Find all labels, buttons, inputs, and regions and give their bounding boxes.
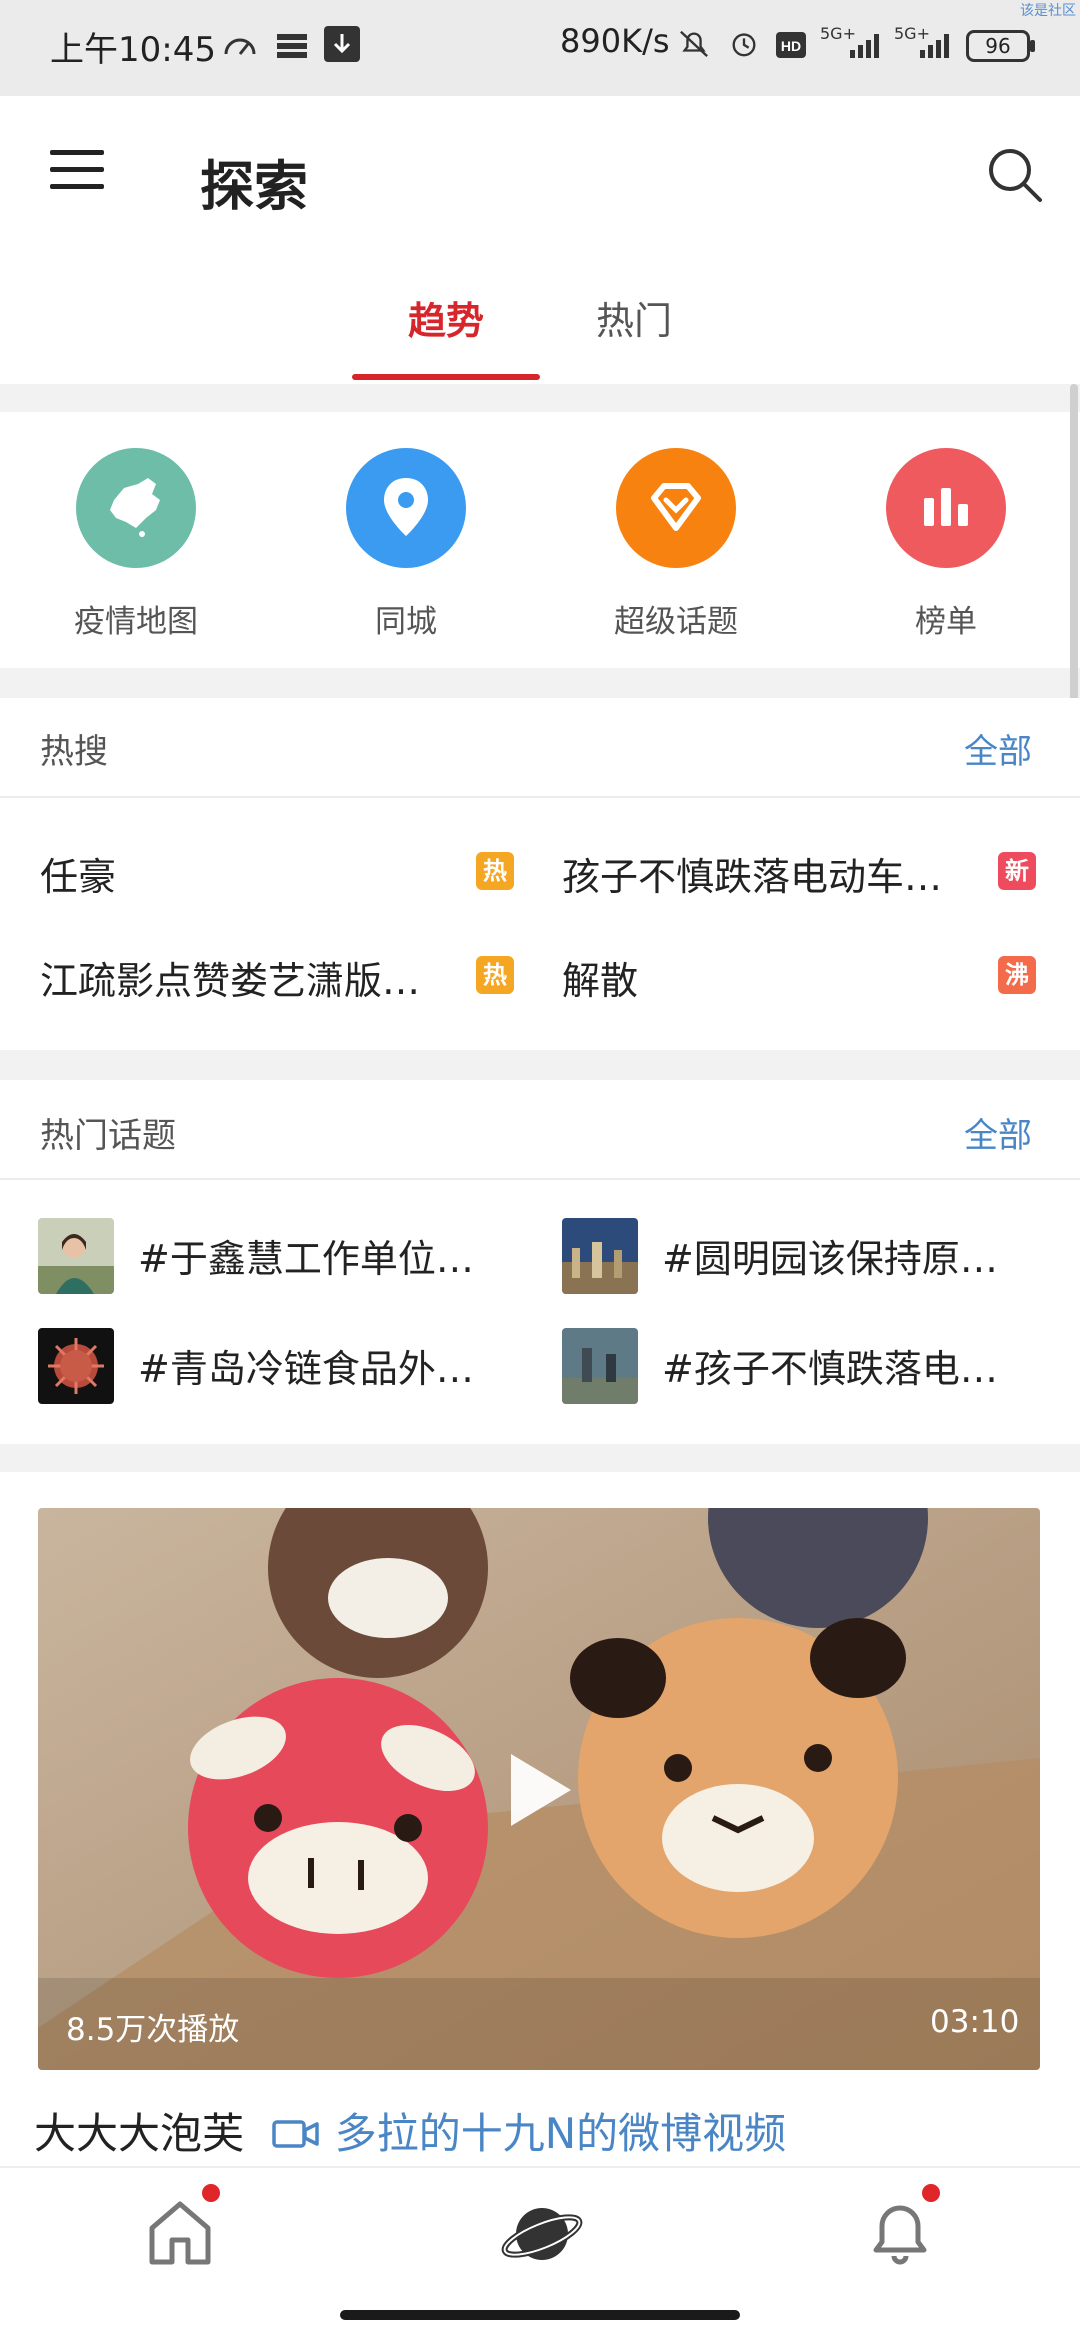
bar-chart-icon [886, 448, 1006, 568]
hot-search-item[interactable]: 孩子不慎跌落电动车… [562, 846, 1002, 896]
watermark: 该是社区 [1020, 3, 1076, 19]
mute-bell-icon [680, 30, 708, 57]
home-indicator[interactable] [340, 2310, 740, 2320]
quick-link-label: 榜单 [915, 604, 977, 640]
tab-hot[interactable]: 热门 [596, 290, 672, 345]
app-bar [0, 96, 1080, 384]
status-time: 上午10:45 [50, 30, 216, 70]
video-title: 大大大泡芙 [34, 2109, 245, 2158]
tab-trend[interactable]: 趋势 [408, 290, 484, 345]
discover-planet-icon[interactable] [500, 2192, 584, 2276]
network-speed: 890K/s [560, 22, 670, 60]
new-badge: 新 [998, 852, 1036, 890]
tab-active-indicator [352, 374, 540, 380]
signal-icon [850, 34, 879, 58]
video-duration: 03:10 [930, 2004, 1020, 2040]
quick-link-epidemic-map[interactable]: 疫情地图 [46, 448, 226, 648]
topic-thumbnail [38, 1328, 114, 1404]
topic-text: #于鑫慧工作单位… [138, 1237, 474, 1281]
notification-dot [922, 2184, 940, 2202]
hot-search-item[interactable]: 解散 [562, 950, 982, 1003]
video-source-link[interactable]: 多拉的十九N的微博视频 [335, 2109, 786, 2158]
topic-item[interactable]: #圆明园该保持原… [662, 1228, 1042, 1284]
diamond-icon [616, 448, 736, 568]
topic-item[interactable]: #孩子不慎跌落电… [662, 1338, 1042, 1394]
topic-text: #青岛冷链食品外… [138, 1347, 474, 1391]
hot-search-item[interactable]: 任豪 [40, 846, 520, 899]
topic-text: #孩子不慎跌落电… [662, 1347, 998, 1391]
search-icon[interactable] [986, 146, 1044, 204]
hot-search-text: 江疏影点赞娄艺潇版… [40, 959, 421, 1000]
signal-icon-2 [920, 34, 949, 58]
quick-link-super-topic[interactable]: 超级话题 [586, 448, 766, 648]
divider [0, 796, 1080, 798]
status-bar: 上午10:45 890K/s HD 5G+ 5G+ 96 该是社区 [0, 0, 1080, 96]
download-icon [324, 26, 360, 62]
topic-thumbnail [38, 1218, 114, 1294]
home-icon[interactable] [144, 2196, 216, 2268]
video-caption-row[interactable]: 大大大泡芙 多拉的十九N的微博视频 [34, 2100, 786, 2161]
alarm-icon [732, 33, 756, 57]
battery-icon: 96 [966, 30, 1030, 62]
topic-item[interactable]: #于鑫慧工作单位… [138, 1228, 518, 1284]
video-play-count: 8.5万次播放 [66, 2012, 240, 2048]
divider [0, 1178, 1080, 1180]
hot-search-text: 孩子不慎跌落电动车… [562, 855, 943, 896]
svg-text:HD: HD [781, 38, 801, 54]
hot-topics-more-link[interactable]: 全部 [964, 1108, 1032, 1157]
notification-bell-icon[interactable] [864, 2196, 936, 2268]
storage-icon [277, 34, 307, 58]
page-title: 探索 [200, 155, 308, 218]
location-pin-icon [346, 448, 466, 568]
quick-link-label: 同城 [375, 604, 437, 640]
battery-tip [1030, 40, 1035, 52]
quick-link-label: 疫情地图 [74, 604, 198, 640]
play-icon[interactable] [505, 1750, 575, 1830]
battery-level: 96 [985, 34, 1011, 58]
hot-search-text: 任豪 [40, 855, 117, 899]
scrollbar[interactable] [1070, 384, 1078, 714]
hd-icon: HD [776, 32, 806, 58]
topic-item[interactable]: #青岛冷链食品外… [138, 1338, 518, 1394]
hot-topics-title: 热门话题 [40, 1116, 176, 1156]
hot-badge: 热 [476, 956, 514, 994]
topic-thumbnail [562, 1328, 638, 1404]
quick-link-label: 超级话题 [614, 604, 738, 640]
speedometer-icon [224, 38, 256, 55]
home-notification-dot [202, 2184, 220, 2202]
quick-link-same-city[interactable]: 同城 [316, 448, 496, 648]
topic-text: #圆明园该保持原… [662, 1237, 998, 1281]
menu-icon[interactable] [50, 150, 104, 192]
quick-link-rankings[interactable]: 榜单 [856, 448, 1036, 648]
boiling-badge: 沸 [998, 956, 1036, 994]
china-map-icon [76, 448, 196, 568]
topic-thumbnail [562, 1218, 638, 1294]
hot-search-title: 热搜 [40, 732, 108, 772]
hot-search-text: 解散 [562, 959, 639, 1003]
hot-search-item[interactable]: 江疏影点赞娄艺潇版… [40, 950, 460, 1000]
hot-search-more-link[interactable]: 全部 [964, 724, 1032, 773]
video-camera-icon [272, 2120, 320, 2148]
hot-badge: 热 [476, 852, 514, 890]
